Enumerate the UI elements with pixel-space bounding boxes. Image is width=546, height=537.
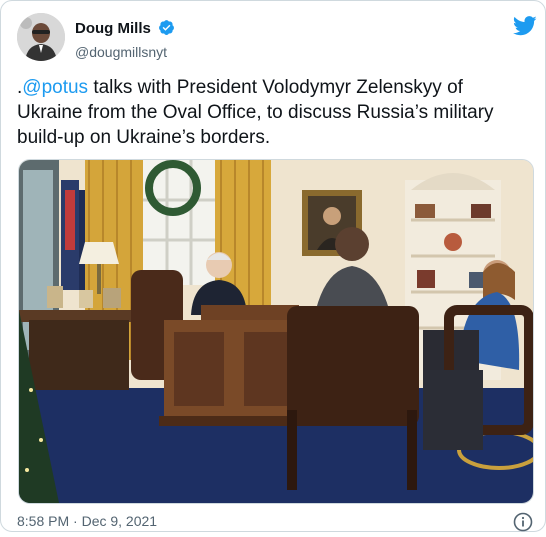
tweet-text: .@potus talks with President Volodymyr Z… (17, 75, 517, 150)
info-icon[interactable] (513, 512, 533, 537)
avatar-image (17, 13, 65, 61)
handle[interactable]: @dougmillsnyt (75, 44, 175, 60)
tweet-text-body: talks with President Volodymyr Zelenskyy… (17, 77, 494, 148)
tweet-footer: 8:58 PM · Dec 9, 2021 (17, 512, 533, 532)
tweet-card[interactable]: Doug Mills @dougmillsnyt .@potus talks w… (0, 0, 546, 532)
verified-badge-icon (158, 19, 175, 41)
twitter-bird-icon[interactable] (513, 15, 537, 42)
mention-link[interactable]: @potus (22, 77, 88, 98)
tweet-photo[interactable] (18, 159, 534, 504)
avatar[interactable] (17, 13, 65, 61)
tweet-header: Doug Mills @dougmillsnyt (17, 13, 537, 63)
display-name[interactable]: Doug Mills (75, 20, 151, 37)
author-names: Doug Mills @dougmillsnyt (75, 19, 175, 60)
timestamp[interactable]: 8:58 PM · Dec 9, 2021 (17, 513, 157, 529)
